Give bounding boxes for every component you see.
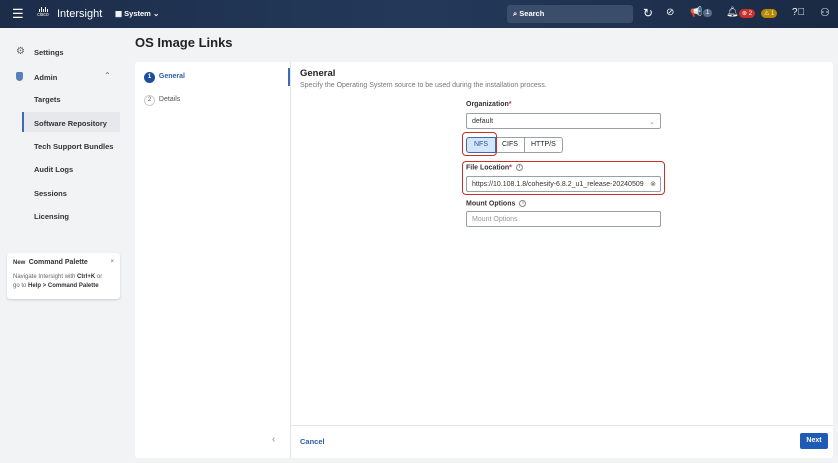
cisco-logo: cisco [33, 7, 53, 21]
organization-label: Organization* [466, 101, 512, 108]
highlight-nfs [462, 132, 497, 156]
help-icon[interactable]: ?⃝ [792, 7, 805, 18]
divider [290, 62, 291, 458]
search-input[interactable]: ⌕ Search [507, 5, 633, 23]
cancel-button[interactable]: Cancel [300, 437, 325, 446]
mount-options-input[interactable]: Mount Options [466, 211, 661, 227]
section-title: General [300, 68, 336, 79]
collapse-button[interactable]: ‹ [272, 434, 275, 445]
step-general[interactable]: 1 General [144, 72, 185, 83]
sidebar-item-licensing[interactable]: Licensing [34, 212, 69, 221]
gear-icon: ⚙ [16, 46, 25, 57]
announcement-count[interactable]: 1 [703, 9, 713, 17]
section-description: Specify the Operating System source to b… [300, 82, 547, 89]
footer-divider [291, 425, 833, 426]
critical-alerts[interactable]: ⊗ 2 [739, 9, 756, 18]
top-bar: ☰ cisco Intersight ▦ System ⌄ ⌕ Search ↻… [0, 0, 838, 28]
sidebar-item-software-repository[interactable]: Software Repository [22, 112, 120, 132]
sidebar-item-targets[interactable]: Targets [34, 95, 61, 104]
app-name: Intersight [57, 8, 103, 20]
page-title: OS Image Links [135, 35, 233, 50]
chevron-down-icon: ⌄ [649, 119, 655, 126]
menu-icon[interactable]: ☰ [12, 7, 24, 20]
sidebar-item-tech-support-bundles[interactable]: Tech Support Bundles [34, 142, 113, 151]
step-details[interactable]: 2 Details [144, 95, 180, 106]
section-indicator [288, 68, 290, 86]
warning-alerts[interactable]: ⚠ 1 [761, 9, 778, 18]
sidebar-item-admin[interactable]: Admin [34, 73, 57, 82]
shield-icon [16, 72, 23, 81]
sidebar-item-audit-logs[interactable]: Audit Logs [34, 165, 73, 174]
tasks-icon[interactable]: ⊘ [666, 7, 674, 18]
organization-select[interactable]: default ⌄ [466, 113, 661, 129]
close-icon[interactable]: × [110, 259, 114, 265]
sidebar-item-settings[interactable]: Settings [34, 48, 64, 57]
chevron-up-icon[interactable]: ⌃ [104, 71, 111, 80]
sidebar: ⚙ Settings Admin ⌃ Targets Software Repo… [0, 28, 128, 463]
info-icon[interactable]: i [519, 200, 527, 207]
protocol-cifs[interactable]: CIFS [496, 137, 525, 153]
refresh-icon[interactable]: ↻ [643, 6, 653, 20]
command-palette-card: New Command Palette × Navigate Intersigh… [7, 253, 120, 299]
mount-options-label: Mount Options i [466, 200, 527, 207]
search-icon: ⌕ [513, 9, 518, 18]
protocol-https[interactable]: HTTP/S [524, 137, 563, 153]
user-icon[interactable]: ⚇ [820, 6, 830, 19]
sidebar-item-sessions[interactable]: Sessions [34, 189, 67, 198]
announcement-icon[interactable]: 📢 [690, 7, 702, 18]
bell-icon[interactable]: 🔔︎ [726, 7, 739, 18]
next-button[interactable]: Next [800, 433, 828, 449]
highlight-file-location [462, 161, 665, 195]
context-selector[interactable]: ▦ System ⌄ [115, 9, 159, 18]
